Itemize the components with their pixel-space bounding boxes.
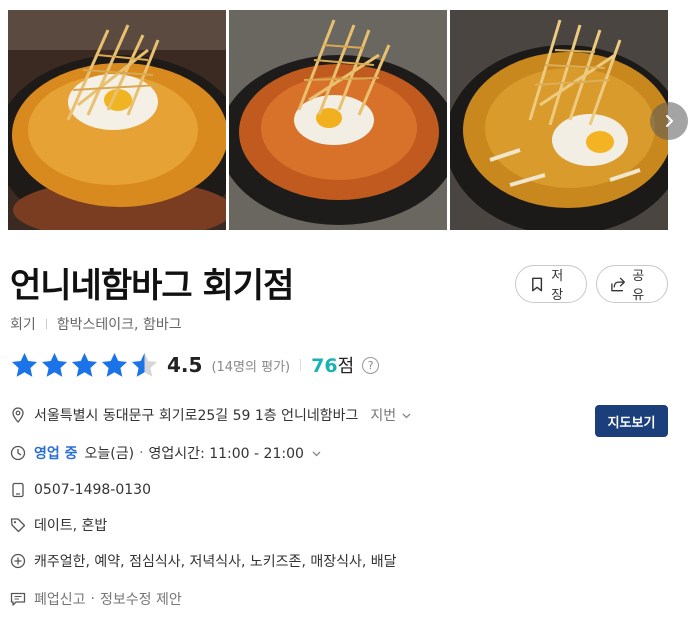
divider <box>300 359 302 371</box>
address-text: 서울특별시 동대문구 회기로25길 59 1층 언니네함바그 <box>34 408 359 424</box>
hours-detail: 영업시간: 11:00 - 21:00 <box>148 446 304 462</box>
tag-icon <box>10 517 26 533</box>
chevron-down-icon[interactable] <box>401 410 412 421</box>
food-photo-3[interactable] <box>450 10 668 230</box>
jibun-toggle[interactable]: 지번 <box>370 405 396 425</box>
divider <box>45 319 47 329</box>
place-title: 언니네함바그 회기점 <box>10 266 294 306</box>
help-icon[interactable]: ? <box>362 356 380 374</box>
gallery-next-button[interactable] <box>650 102 688 140</box>
hours-today: 오늘(금) <box>84 446 135 462</box>
tags-row: 데이트, 혼밥 <box>10 515 107 535</box>
save-button-label: 저장 <box>551 269 564 303</box>
tags-text: 데이트, 혼밥 <box>34 518 108 534</box>
plus-circle-icon <box>10 553 26 569</box>
star-rating <box>10 351 159 379</box>
view-map-button[interactable]: 지도보기 <box>595 405 668 437</box>
address-row: 서울특별시 동대문구 회기로25길 59 1층 언니네함바그 지번 <box>10 405 412 425</box>
star-icon <box>72 353 97 377</box>
location-pin-icon <box>10 407 26 423</box>
points-value: 76 <box>311 355 338 377</box>
dot-separator: · <box>139 445 144 461</box>
share-button-label: 공유 <box>632 269 645 303</box>
category-row: 회기 함박스테이크, 함바그 <box>10 314 182 334</box>
star-icon <box>42 353 67 377</box>
clock-icon <box>10 445 26 461</box>
facilities-row: 캐주얼한, 예약, 점심식사, 저녁식사, 노키즈존, 매장식사, 배달 <box>10 551 397 571</box>
save-button[interactable]: 저장 <box>515 265 587 303</box>
photo-gallery <box>8 10 668 230</box>
facilities-text: 캐주얼한, 예약, 점심식사, 저녁식사, 노키즈존, 매장식사, 배달 <box>34 554 397 570</box>
share-button[interactable]: 공유 <box>596 265 668 303</box>
suggest-edit-link[interactable]: 정보수정 제안 <box>100 589 182 609</box>
star-icon <box>12 353 37 377</box>
bookmark-icon <box>532 277 543 291</box>
phone-row: 0507-1498-0130 <box>10 480 151 500</box>
message-icon <box>10 591 26 607</box>
chevron-right-icon <box>666 115 673 127</box>
points-unit: 점 <box>337 356 355 377</box>
report-closure-link[interactable]: 폐업신고 <box>34 589 86 609</box>
points-score: 76 점 <box>311 352 354 378</box>
phone-number[interactable]: 0507-1498-0130 <box>34 482 151 498</box>
star-icon <box>102 353 127 377</box>
open-status: 영업 중 <box>34 446 78 462</box>
area-label: 회기 <box>10 317 36 333</box>
rating-score: 4.5 <box>167 353 203 377</box>
rating-row: 4.5 (14명의 평가) 76 점 ? <box>10 350 380 380</box>
food-photo-1[interactable] <box>8 10 226 230</box>
dot-separator: · <box>90 591 95 607</box>
chevron-down-icon[interactable] <box>311 448 322 459</box>
report-row: 폐업신고 · 정보수정 제안 <box>10 589 182 609</box>
star-icon <box>132 353 157 377</box>
category-label: 함박스테이크, 함바그 <box>56 317 182 333</box>
share-icon <box>611 277 625 291</box>
food-photo-2[interactable] <box>229 10 447 230</box>
phone-icon <box>10 482 26 498</box>
hours-row: 영업 중 오늘(금) · 영업시간: 11:00 - 21:00 <box>10 443 322 463</box>
review-count[interactable]: (14명의 평가) <box>211 356 290 375</box>
